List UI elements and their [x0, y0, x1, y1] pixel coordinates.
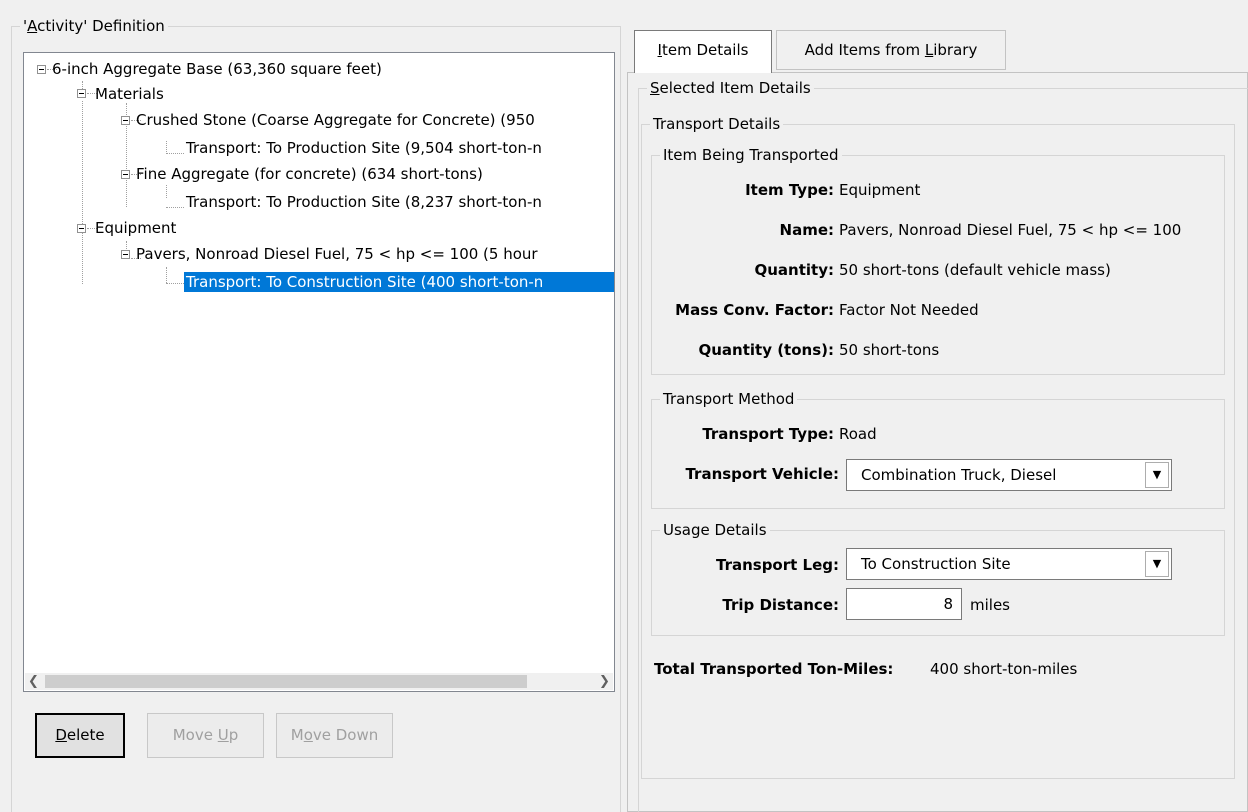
tree-node-crushed-stone[interactable]: Crushed Stone (Coarse Aggregate for Conc…: [134, 110, 537, 130]
trip-distance-input[interactable]: 8: [846, 588, 962, 620]
dropdown-arrow-icon[interactable]: ▼: [1145, 462, 1169, 488]
total-ton-miles-label: Total Transported Ton-Miles:: [654, 660, 894, 678]
activity-definition-title: 'Activity' Definition: [20, 17, 168, 35]
scroll-left-icon[interactable]: ❮: [25, 673, 42, 690]
collapse-icon[interactable]: [77, 224, 86, 233]
trip-distance-unit: miles: [970, 596, 1010, 614]
mass-conv-factor-label: Mass Conv. Factor:: [675, 301, 834, 319]
item-being-transported-title: Item Being Transported: [660, 146, 842, 164]
tree-connector: [166, 185, 167, 198]
tab-add-items-from-library[interactable]: Add Items from Library: [776, 30, 1006, 70]
quantity-tons-label: Quantity (tons):: [698, 341, 834, 359]
activity-tree[interactable]: 6-inch Aggregate Base (63,360 square fee…: [23, 52, 615, 692]
tree-node-equipment[interactable]: Equipment: [93, 218, 178, 238]
transport-leg-selected: To Construction Site: [861, 555, 1011, 573]
tree-connector: [166, 283, 184, 284]
tree-connector: [82, 101, 83, 284]
transport-leg-dropdown[interactable]: To Construction Site ▼: [846, 548, 1172, 580]
collapse-icon[interactable]: [37, 65, 46, 74]
quantity-tons-value: 50 short-tons: [839, 341, 940, 359]
usage-details-group: Usage Details: [651, 521, 1225, 636]
collapse-icon[interactable]: [121, 250, 130, 259]
scroll-right-icon[interactable]: ❯: [596, 673, 613, 690]
tree-node-transport-fine-aggregate[interactable]: Transport: To Production Site (8,237 sho…: [184, 192, 544, 212]
collapse-icon[interactable]: [121, 170, 130, 179]
transport-method-title: Transport Method: [660, 390, 798, 408]
trip-distance-label: Trip Distance:: [722, 596, 839, 614]
mass-conv-factor-value: Factor Not Needed: [839, 301, 979, 319]
selected-item-details-title: Selected Item Details: [647, 79, 814, 97]
tree-horizontal-scrollbar[interactable]: ❮ ❯: [25, 673, 613, 690]
transport-type-label: Transport Type:: [702, 425, 834, 443]
transport-leg-label: Transport Leg:: [715, 556, 839, 574]
tree-connector: [166, 267, 167, 283]
transport-details-title: Transport Details: [650, 115, 784, 133]
tree-node-pavers[interactable]: Pavers, Nonroad Diesel Fuel, 75 < hp <= …: [134, 244, 540, 264]
quantity-label: Quantity:: [754, 261, 835, 279]
tree-connector: [166, 207, 184, 208]
tree-node-fine-aggregate[interactable]: Fine Aggregate (for concrete) (634 short…: [134, 164, 485, 184]
transport-vehicle-dropdown[interactable]: Combination Truck, Diesel ▼: [846, 459, 1172, 491]
tree-connector: [166, 153, 184, 154]
usage-details-title: Usage Details: [660, 521, 770, 539]
collapse-icon[interactable]: [77, 89, 86, 98]
name-value: Pavers, Nonroad Diesel Fuel, 75 < hp <= …: [839, 221, 1182, 239]
move-up-button[interactable]: Move Up: [147, 713, 264, 758]
transport-vehicle-selected: Combination Truck, Diesel: [861, 466, 1057, 484]
name-label: Name:: [779, 221, 834, 239]
tree-node-transport-crushed-stone[interactable]: Transport: To Production Site (9,504 sho…: [184, 138, 544, 158]
transport-method-group: Transport Method: [651, 390, 1225, 509]
collapse-icon[interactable]: [121, 116, 130, 125]
delete-button[interactable]: Delete: [35, 713, 125, 758]
tree-node-transport-construction-selected[interactable]: Transport: To Construction Site (400 sho…: [184, 272, 614, 292]
transport-vehicle-label: Transport Vehicle:: [685, 465, 839, 483]
tab-item-details[interactable]: Item Details: [634, 30, 772, 73]
transport-type-value: Road: [839, 425, 877, 443]
total-ton-miles-value: 400 short-ton-miles: [930, 660, 1078, 678]
tree-node-root[interactable]: 6-inch Aggregate Base (63,360 square fee…: [50, 59, 384, 79]
move-down-button[interactable]: Move Down: [276, 713, 393, 758]
tree-node-materials[interactable]: Materials: [93, 84, 166, 104]
dropdown-arrow-icon[interactable]: ▼: [1145, 551, 1169, 577]
scrollbar-thumb[interactable]: [45, 675, 527, 688]
item-type-value: Equipment: [839, 181, 921, 199]
item-type-label: Item Type:: [745, 181, 834, 199]
quantity-value: 50 short-tons (default vehicle mass): [839, 261, 1111, 279]
